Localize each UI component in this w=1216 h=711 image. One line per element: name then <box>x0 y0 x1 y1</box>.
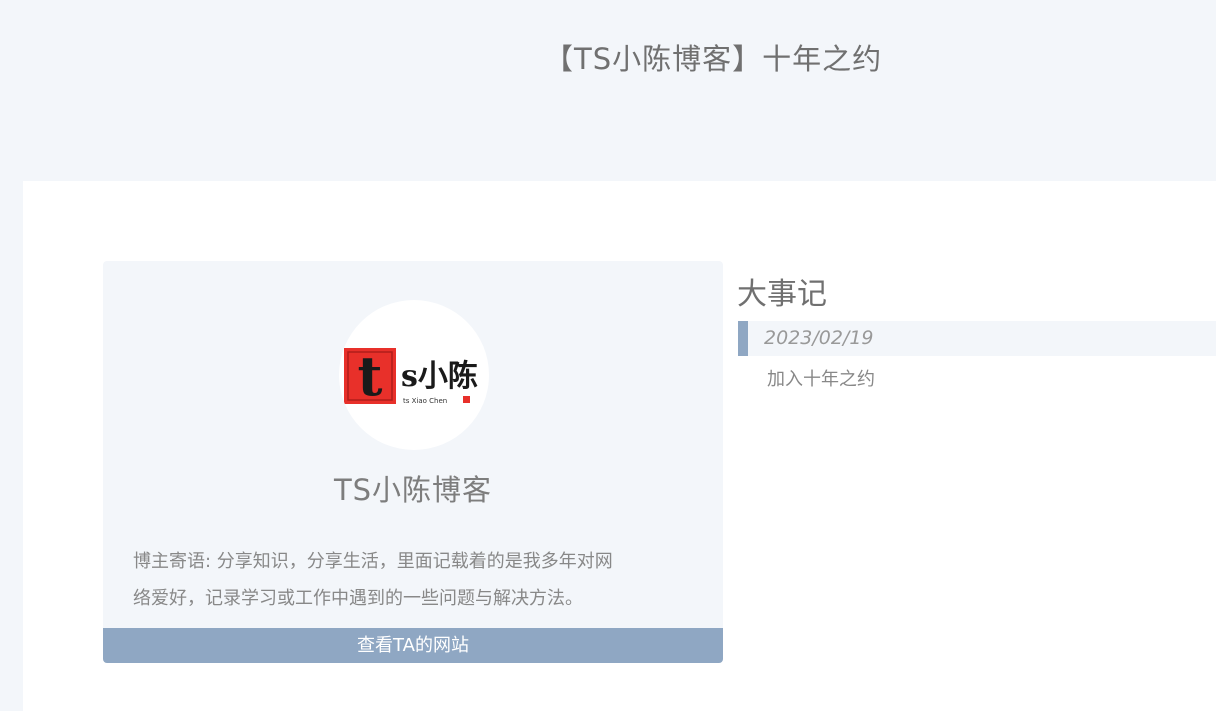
avatar: t s小陈 ts Xiao Chen <box>339 300 489 450</box>
logo-red-dot <box>463 396 470 403</box>
event-description: 加入十年之约 <box>767 369 875 390</box>
event-date-bar: 2023/02/19 <box>738 321 1216 356</box>
events-heading: 大事记 <box>737 277 827 312</box>
page-header: 【TS小陈博客】十年之约 <box>0 0 1216 181</box>
profile-card: t s小陈 ts Xiao Chen TS小陈博客 博主寄语: 分享知识，分享生… <box>103 261 723 663</box>
blog-motto-line-2: 络爱好，记录学习或工作中遇到的一些问题与解决方法。 <box>133 588 583 609</box>
visit-site-button[interactable]: 查看TA的网站 <box>103 628 723 663</box>
event-date: 2023/02/19 <box>764 327 874 349</box>
blog-motto: 博主寄语: 分享知识，分享生活，里面记载着的是我多年对网 络爱好，记录学习或工作… <box>133 543 698 617</box>
main-content: t s小陈 ts Xiao Chen TS小陈博客 博主寄语: 分享知识，分享生… <box>23 181 1216 711</box>
blog-logo-image: t s小陈 ts Xiao Chen <box>344 344 478 408</box>
logo-text: s小陈 <box>401 359 478 394</box>
blog-motto-line-1: 博主寄语: 分享知识，分享生活，里面记载着的是我多年对网 <box>133 551 613 572</box>
event-date-accent <box>738 321 748 356</box>
logo-subtitle: ts Xiao Chen <box>403 397 447 405</box>
blog-name: TS小陈博客 <box>333 473 493 507</box>
logo-big-letter: t <box>358 344 383 408</box>
page-title: 【TS小陈博客】十年之约 <box>544 42 883 76</box>
